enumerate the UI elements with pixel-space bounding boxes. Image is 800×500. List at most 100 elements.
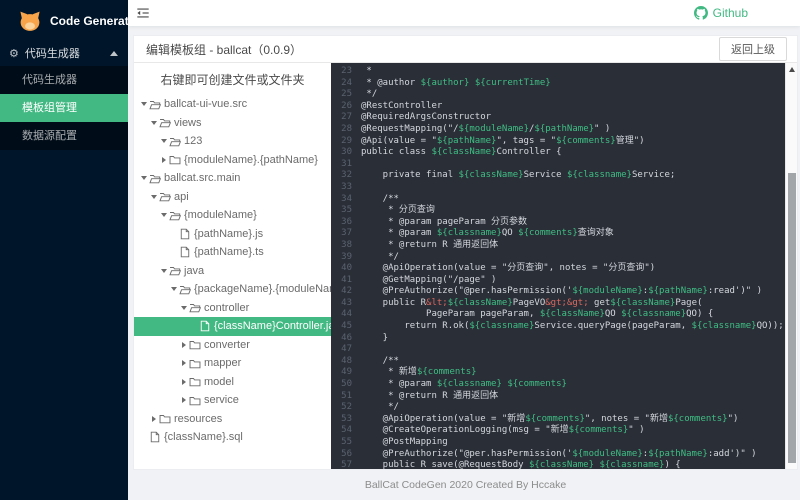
line-number: 54 (341, 425, 352, 436)
main-area: Github 编辑模板组 - ballcat（0.0.9） 返回上级 右键即可创… (128, 0, 800, 500)
code-line: 32 private final ${className}Service ${c… (336, 170, 785, 182)
code-line: 41 @GetMapping("/page" ) (336, 275, 785, 287)
code-line: 27 @RequiredArgsConstructor (336, 112, 785, 124)
code-line: 25 */ (336, 89, 785, 101)
tree-hint-text: 右键即可创建文件或文件夹 (160, 73, 305, 87)
menu-fold-icon[interactable] (136, 6, 150, 20)
tree-node[interactable]: model (134, 373, 331, 392)
line-number: 38 (341, 239, 352, 250)
line-number: 32 (341, 170, 352, 181)
tree-node[interactable]: {pathName}.js (134, 225, 331, 244)
code-line: 29 @Api(value = "${pathName}", tags = "${… (336, 136, 785, 148)
card-body: 右键即可创建文件或文件夹 ballcat-ui-vue.src views 123 {… (134, 63, 797, 469)
code-line: 43 public R&lt;${className}PageVO&gt;&gt… (336, 298, 785, 310)
file-icon (178, 246, 192, 258)
code-line: 42 @PreAuthorize("@per.hasPermission('${… (336, 286, 785, 298)
tree-node-label: mapper (204, 357, 242, 370)
tree-node[interactable]: resources (134, 410, 331, 429)
code-line: 24 * @author ${author} ${currentTime} (336, 78, 785, 90)
line-number: 36 (341, 216, 352, 227)
tree-node[interactable]: converter (134, 336, 331, 355)
code-line: 56 @PreAuthorize("@per.hasPermission('${… (336, 449, 785, 461)
code-line: 53 @ApiOperation(value = "新增${comments}"… (336, 414, 785, 426)
tree-node-label: {className}Controller.java (214, 320, 331, 333)
folder-open-icon (168, 136, 182, 147)
line-number: 50 (341, 379, 352, 390)
tree-node-label: resources (174, 412, 223, 425)
tree-node-label: ballcat.src.main (164, 172, 241, 185)
github-icon (693, 6, 708, 20)
tree-node[interactable]: api (134, 188, 331, 207)
line-number: 47 (341, 344, 352, 355)
code-line: 33 (336, 182, 785, 194)
line-number: 30 (341, 147, 352, 158)
chevron-down-icon (169, 287, 178, 292)
scroll-up-arrow-icon[interactable] (788, 67, 795, 72)
folder-icon (188, 376, 202, 387)
line-number: 35 (341, 205, 352, 216)
sidebar-item-codegen-parent[interactable]: ⚙ 代码生成器 (0, 40, 128, 66)
chevron-right-icon (179, 341, 188, 348)
tree-node-label: {pathName}.js (194, 227, 264, 240)
template-edit-card: 编辑模板组 - ballcat（0.0.9） 返回上级 右键即可创建文件或文件夹… (133, 35, 798, 470)
sidebar-subitem-1[interactable]: 模板组管理 (0, 94, 128, 122)
tree-node[interactable]: controller (134, 299, 331, 318)
tree-node[interactable]: ballcat-ui-vue.src (134, 95, 331, 114)
sidebar-subitem-0[interactable]: 代码生成器 (0, 66, 128, 94)
folder-open-icon (158, 191, 172, 202)
line-number: 28 (341, 123, 352, 134)
tree-node-label: {packageName}.{moduleName} (194, 283, 331, 296)
back-to-parent-button[interactable]: 返回上级 (719, 37, 787, 61)
github-link[interactable]: Github (693, 6, 748, 20)
code-line: 48 /** (336, 356, 785, 368)
tree-node[interactable]: {className}Controller.java (134, 317, 331, 336)
code-line: 30 public class ${className}Controller { (336, 147, 785, 159)
code-line: 50 * @param ${classname} ${comments} (336, 379, 785, 391)
chevron-down-icon (159, 268, 168, 273)
tree-node-label: {className}.sql (164, 431, 243, 444)
tree-node[interactable]: views (134, 114, 331, 133)
tree-node[interactable]: {pathName}.ts (134, 243, 331, 262)
tree-node[interactable]: {packageName}.{moduleName} (134, 280, 331, 299)
line-number: 41 (341, 274, 352, 285)
tree-node[interactable]: mapper (134, 354, 331, 373)
folder-icon (188, 395, 202, 406)
tree-node[interactable]: {moduleName}.{pathName} (134, 151, 331, 170)
tree-node[interactable]: {moduleName} (134, 206, 331, 225)
code-line: 44 PageParam pageParam, ${className}QO $… (336, 309, 785, 321)
scrollbar-thumb[interactable] (787, 173, 796, 463)
tree-node[interactable]: {className}.sql (134, 428, 331, 447)
folder-open-icon (168, 265, 182, 276)
line-number: 46 (341, 332, 352, 343)
tree-node-label: service (204, 394, 239, 407)
file-icon (198, 320, 212, 332)
code-editor[interactable]: 23 * 24 * @author ${author} ${currentTime… (331, 63, 785, 469)
line-number: 24 (341, 77, 352, 88)
tree-node-label: converter (204, 338, 250, 351)
line-number: 34 (341, 193, 352, 204)
file-tree-panel: 右键即可创建文件或文件夹 ballcat-ui-vue.src views 123 {… (134, 63, 331, 469)
tree-node[interactable]: java (134, 262, 331, 281)
gear-icon: ⚙ (9, 47, 19, 60)
tree-node-label: {moduleName}.{pathName} (184, 153, 318, 166)
code-line: 36 * @param pageParam 分页参数 (336, 217, 785, 229)
sidebar-subitem-2[interactable]: 数据源配置 (0, 122, 128, 150)
tree-node[interactable]: service (134, 391, 331, 410)
code-line: 39 */ (336, 252, 785, 264)
code-line: 23 * (336, 66, 785, 78)
code-line: 40 @ApiOperation(value = "分页查询", notes =… (336, 263, 785, 275)
page-content: 编辑模板组 - ballcat（0.0.9） 返回上级 右键即可创建文件或文件夹… (128, 26, 800, 500)
tree-node[interactable]: ballcat.src.main (134, 169, 331, 188)
line-number: 26 (341, 100, 352, 111)
app-root: Code Generator ⚙ 代码生成器 代码生成器模板组管理数据源配置 (0, 0, 800, 500)
code-line: 28 @RequestMapping("/${moduleName}/${path… (336, 124, 785, 136)
line-number: 37 (341, 228, 352, 239)
line-number: 33 (341, 181, 352, 192)
tree-node-label: views (174, 116, 202, 129)
folder-open-icon (178, 284, 192, 295)
chevron-right-icon (179, 360, 188, 367)
folder-open-icon (148, 173, 162, 184)
folder-icon (188, 358, 202, 369)
tree-node[interactable]: 123 (134, 132, 331, 151)
code-line: 35 * 分页查询 (336, 205, 785, 217)
